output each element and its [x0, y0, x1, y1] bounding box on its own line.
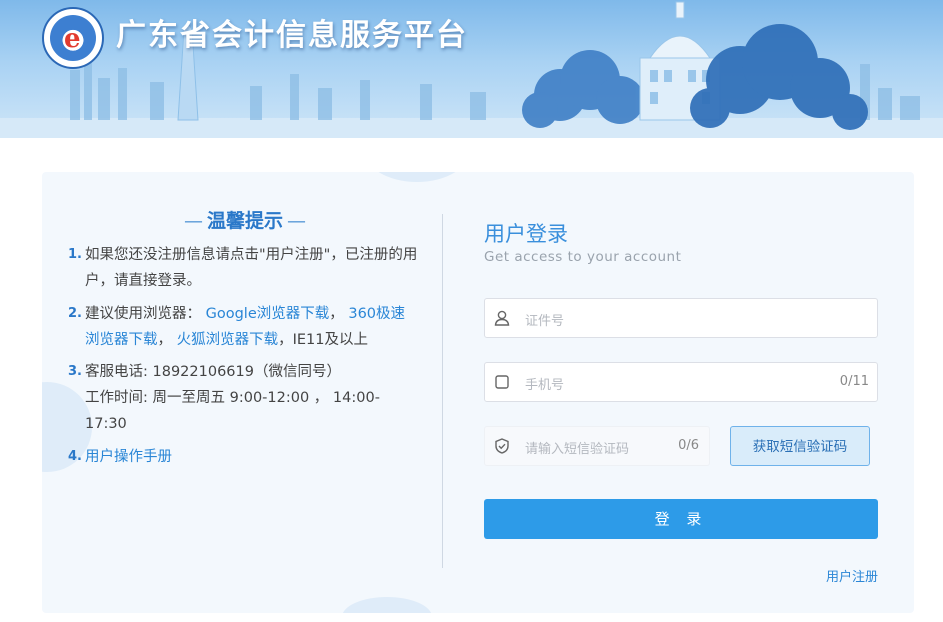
decorative-circle [362, 172, 472, 182]
support-hours: 工作时间: 周一至周五 9:00-12:00 ， 14:00-17:30 [85, 390, 380, 432]
tip-item-support: 3. 客服电话: 18922106619（微信同号） 工作时间: 周一至周五 9… [68, 359, 418, 437]
firefox-browser-download-link[interactable]: 火狐浏览器下载 [177, 332, 279, 348]
tip-item-register: 1. 如果您还没注册信息请点击"用户注册"，已注册的用户，请直接登录。 [68, 247, 418, 289]
platform-logo-icon: e [42, 7, 104, 69]
register-link[interactable]: 用户注册 [826, 566, 878, 585]
site-title: 广东省会计信息服务平台 [116, 18, 468, 53]
header-banner: e 广东省会计信息服务平台 [0, 0, 943, 138]
support-phone: 客服电话: 18922106619（微信同号） [85, 364, 341, 380]
google-browser-download-link[interactable]: Google浏览器下载 [206, 306, 330, 322]
phone-placeholder: 手机号 [525, 378, 565, 393]
id-number-placeholder: 证件号 [525, 314, 565, 329]
phone-input[interactable]: 手机号 0/11 [484, 362, 878, 402]
user-manual-link[interactable]: 用户操作手册 [85, 449, 172, 465]
tips-title: — 温馨提示 — [184, 210, 307, 232]
tip-item-manual: 4. 用户操作手册 [68, 449, 172, 465]
login-button[interactable]: 登 录 [484, 499, 878, 539]
sms-code-placeholder: 请输入短信验证码 [525, 442, 630, 457]
user-icon [494, 310, 510, 326]
column-divider [442, 214, 443, 568]
main-panel: — 温馨提示 — 1. 如果您还没注册信息请点击"用户注册"，已注册的用户，请直接登… [42, 172, 914, 613]
decorative-circle [342, 597, 432, 613]
get-sms-code-button[interactable]: 获取短信验证码 [730, 426, 870, 466]
sms-code-input[interactable]: 请输入短信验证码 0/6 [484, 426, 710, 466]
sms-char-count: 0/6 [678, 438, 699, 453]
phone-icon [495, 375, 509, 389]
tip-item-browsers: 2. 建议使用浏览器： Google浏览器下载， 360极速浏览器下载， 火狐浏… [68, 306, 406, 348]
id-number-input[interactable]: 证件号 [484, 298, 878, 338]
phone-char-count: 0/11 [839, 374, 869, 389]
login-subtitle: Get access to your account [484, 249, 682, 265]
login-title: 用户登录 [484, 222, 568, 246]
shield-icon [495, 438, 509, 454]
